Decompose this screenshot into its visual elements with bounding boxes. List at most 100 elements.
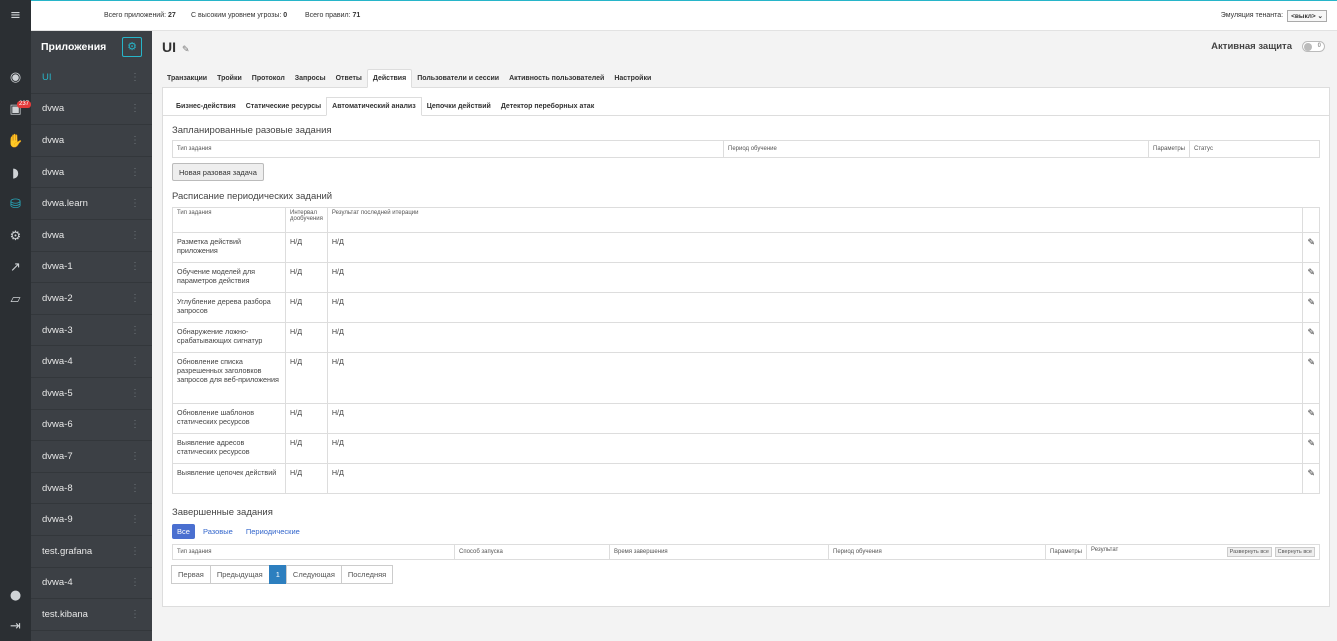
app-menu-icon[interactable]: ⋮ <box>130 483 140 494</box>
app-menu-icon[interactable]: ⋮ <box>130 103 140 114</box>
completed-filters: Все Разовые Периодические <box>172 524 305 539</box>
app-menu-icon[interactable]: ⋮ <box>130 135 140 146</box>
database-icon[interactable]: ⛁ <box>0 191 31 217</box>
task-name: Обучение моделей для параметров действия <box>172 262 286 293</box>
app-menu-icon[interactable]: ⋮ <box>130 293 140 304</box>
logout-icon[interactable]: ⇥ <box>0 613 31 639</box>
app-menu-icon[interactable]: ⋮ <box>130 546 140 557</box>
tab-2[interactable]: Протокол <box>247 69 290 88</box>
app-item[interactable]: UI ⋮ <box>31 62 152 94</box>
app-menu-icon[interactable]: ⋮ <box>130 230 140 241</box>
hand-icon[interactable]: ✋ <box>0 128 31 154</box>
pagination: Первая Предыдущая 1 Следующая Последняя <box>171 565 394 584</box>
edit-title-icon[interactable]: ✎ <box>182 44 190 54</box>
app-menu-icon[interactable]: ⋮ <box>130 261 140 272</box>
edit-icon[interactable]: ✎ <box>1302 292 1320 323</box>
app-item[interactable]: dvwa-5 ⋮ <box>31 378 152 410</box>
completed-title: Завершенные задания <box>172 507 273 518</box>
filter-once[interactable]: Разовые <box>198 524 238 539</box>
app-menu-icon[interactable]: ⋮ <box>130 72 140 83</box>
app-item[interactable]: dvwa-4 ⋮ <box>31 568 152 600</box>
app-menu-icon[interactable]: ⋮ <box>130 451 140 462</box>
app-item[interactable]: dvwa-9 ⋮ <box>31 504 152 536</box>
chart-icon[interactable]: ↗ <box>0 254 31 280</box>
app-item-label: dvwa.learn <box>42 198 88 210</box>
app-item-label: dvwa-7 <box>42 450 73 462</box>
app-item-label: dvwa <box>42 166 65 178</box>
app-menu-icon[interactable]: ⋮ <box>130 167 140 178</box>
subtab-4[interactable]: Детектор переборных атак <box>496 97 599 116</box>
edit-icon[interactable]: ✎ <box>1302 403 1320 434</box>
subtab-2[interactable]: Автоматический анализ <box>326 97 422 116</box>
edit-icon[interactable]: ✎ <box>1302 232 1320 263</box>
app-menu-icon[interactable]: ⋮ <box>130 388 140 399</box>
app-item[interactable]: dvwa ⋮ <box>31 94 152 126</box>
app-item[interactable]: dvwa-8 ⋮ <box>31 473 152 505</box>
tab-3[interactable]: Запросы <box>290 69 331 88</box>
app-item[interactable]: dvwa-6 ⋮ <box>31 410 152 442</box>
filter-all[interactable]: Все <box>172 524 195 539</box>
edit-icon[interactable]: ✎ <box>1302 352 1320 404</box>
col-task-type: Тип задания <box>172 140 724 158</box>
eye-icon[interactable]: ◉ <box>0 64 31 90</box>
table-row: Выявление адресов статических ресурсов Н/… <box>172 433 1320 464</box>
task-interval: Н/Д <box>285 262 328 293</box>
app-item[interactable]: dvwa-7 ⋮ <box>31 441 152 473</box>
app-item[interactable]: dvwa-1 ⋮ <box>31 252 152 284</box>
high-threat-stat: С высоким уровнем угрозы: 0 <box>191 12 288 19</box>
page-1[interactable]: 1 <box>268 565 287 584</box>
app-menu-icon[interactable]: ⋮ <box>130 325 140 336</box>
gear-icon[interactable]: ⚙ <box>0 223 31 249</box>
total-apps-stat: Всего приложений: 27 <box>104 12 176 19</box>
app-item[interactable]: dvwa ⋮ <box>31 125 152 157</box>
collapse-all-button[interactable]: Свернуть все <box>1274 547 1315 557</box>
edit-icon[interactable]: ✎ <box>1302 433 1320 464</box>
subtab-1[interactable]: Статические ресурсы <box>241 97 326 116</box>
app-item[interactable]: dvwa-3 ⋮ <box>31 315 152 347</box>
app-menu-icon[interactable]: ⋮ <box>130 419 140 430</box>
tab-8[interactable]: Настройки <box>609 69 656 88</box>
tab-7[interactable]: Активность пользователей <box>504 69 609 88</box>
total-rules-stat: Всего правил: 71 <box>305 12 361 19</box>
page-prev[interactable]: Предыдущая <box>209 565 270 584</box>
page-first[interactable]: Первая <box>171 565 211 584</box>
app-item[interactable]: dvwa ⋮ <box>31 157 152 189</box>
subtab-0[interactable]: Бизнес-действия <box>171 97 241 116</box>
app-item[interactable]: dvwa-2 ⋮ <box>31 283 152 315</box>
tab-6[interactable]: Пользователи и сессии <box>412 69 504 88</box>
app-item[interactable]: dvwa.learn ⋮ <box>31 188 152 220</box>
expand-all-button[interactable]: Развернуть все <box>1226 547 1272 557</box>
signal-icon[interactable]: ◗ <box>0 160 31 186</box>
task-interval: Н/Д <box>285 322 328 353</box>
app-menu-icon[interactable]: ⋮ <box>130 609 140 620</box>
task-result: Н/Д <box>326 433 1304 464</box>
page-next[interactable]: Следующая <box>285 565 342 584</box>
app-menu-icon[interactable]: ⋮ <box>130 198 140 209</box>
app-menu-icon[interactable]: ⋮ <box>130 356 140 367</box>
graduation-icon[interactable]: ▱ <box>0 286 31 312</box>
page-last[interactable]: Последняя <box>340 565 394 584</box>
edit-icon[interactable]: ✎ <box>1302 463 1320 494</box>
app-item[interactable]: dvwa-4 ⋮ <box>31 346 152 378</box>
tab-0[interactable]: Транзакции <box>162 69 212 88</box>
edit-icon[interactable]: ✎ <box>1302 262 1320 293</box>
task-name: Обнаружение ложно-срабатывающих сигнатур <box>172 322 286 353</box>
app-menu-icon[interactable]: ⋮ <box>130 514 140 525</box>
edit-icon[interactable]: ✎ <box>1302 322 1320 353</box>
tab-1[interactable]: Тройки <box>212 69 247 88</box>
tab-5[interactable]: Действия <box>366 69 413 88</box>
menu-icon[interactable]: ≡ <box>0 2 31 28</box>
filter-periodic[interactable]: Периодические <box>241 524 305 539</box>
subtab-3[interactable]: Цепочки действий <box>422 97 496 116</box>
tenant-select[interactable]: <выкл> ⌄ <box>1287 9 1327 22</box>
app-menu-icon[interactable]: ⋮ <box>130 577 140 588</box>
active-protection-toggle[interactable] <box>1302 41 1325 52</box>
apps-settings-button[interactable]: ⚙ <box>122 36 142 57</box>
app-item[interactable]: dvwa ⋮ <box>31 220 152 252</box>
tab-4[interactable]: Ответы <box>331 69 367 88</box>
app-item[interactable]: test.grafana ⋮ <box>31 536 152 568</box>
alerts-icon[interactable]: ▣ <box>0 96 31 122</box>
new-once-task-button[interactable]: Новая разовая задача <box>172 163 264 181</box>
app-item[interactable]: test.kibana ⋮ <box>31 599 152 631</box>
user-icon[interactable]: ● <box>0 582 31 608</box>
